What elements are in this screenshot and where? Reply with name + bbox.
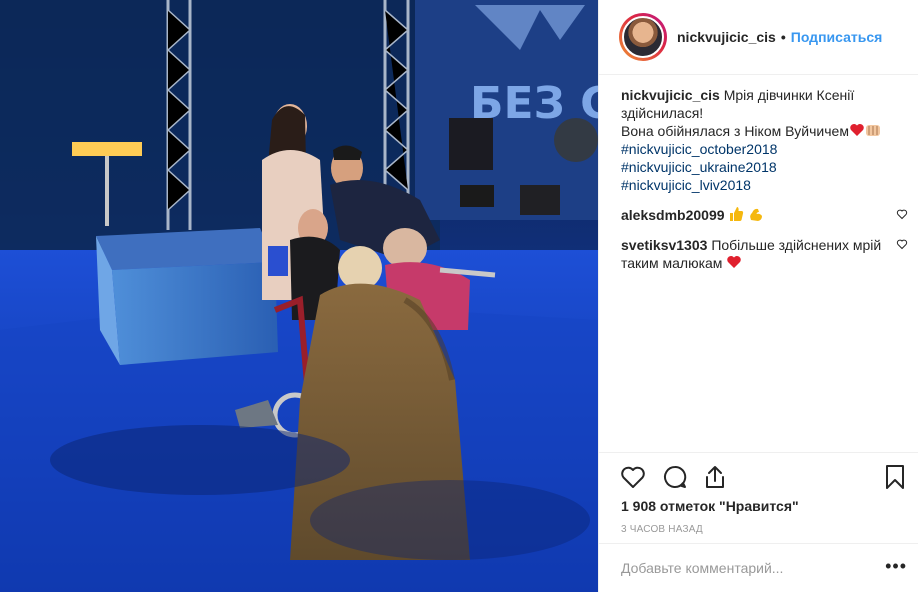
hashtag-link[interactable]: #nickvujicic_ukraine2018 #nickvujicic_lv… — [621, 158, 888, 194]
comment-item: aleksdmb20099 — [621, 206, 910, 224]
caption-line-3: Вона обійнялася з Ніком Вуйчичем — [621, 122, 888, 140]
comment-like-heart-icon[interactable] — [896, 238, 908, 250]
follow-button[interactable]: Подписаться — [791, 29, 883, 45]
concert-stage-illustration: БЕЗ С — [0, 0, 598, 592]
comment-like-heart-icon[interactable] — [896, 208, 908, 220]
comment-text: Побільше здійснених мрій — [711, 237, 882, 253]
comments-list: nickvujicic_cis Мрія дівчинки Ксенії зді… — [621, 86, 910, 284]
thumbs-up-emoji-icon — [730, 207, 744, 221]
flexed-biceps-emoji-icon — [750, 208, 763, 221]
post-sidebar: nickvujicic_cis • Подписаться nickvujici… — [598, 0, 918, 592]
comment-icon[interactable] — [661, 463, 689, 491]
red-heart-emoji-icon — [727, 256, 742, 268]
post-header: nickvujicic_cis • Подписаться — [599, 0, 918, 75]
caption-line-2: здійснилася! — [621, 105, 704, 121]
red-heart-emoji-icon — [850, 124, 864, 136]
comment-username[interactable]: nickvujicic_cis — [621, 87, 720, 103]
hashtag-link[interactable]: #nickvujicic_october2018 — [621, 140, 888, 158]
comment-username[interactable]: aleksdmb20099 — [621, 207, 725, 223]
caption-comment: nickvujicic_cis Мрія дівчинки Ксенії зді… — [621, 86, 910, 194]
comment-username[interactable]: svetiksv1303 — [621, 237, 707, 253]
comment-item: svetiksv1303 Побільше здійснених мрій та… — [621, 236, 910, 272]
caption-line-1: Мрія дівчинки Ксенії — [723, 87, 855, 103]
more-options-button[interactable]: ••• — [885, 556, 907, 577]
comment-input[interactable] — [621, 560, 871, 576]
post-photo[interactable]: БЕЗ С — [0, 0, 598, 592]
header-username[interactable]: nickvujicic_cis — [677, 29, 776, 45]
add-comment-bar: ••• — [599, 543, 918, 592]
likes-count[interactable]: 1 908 отметок "Нравится" — [621, 498, 799, 514]
caption-line-3-text: Вона обійнялася з Ніком Вуйчичем — [621, 123, 849, 139]
post-timestamp[interactable]: 3 часов назад — [621, 524, 703, 535]
share-icon[interactable] — [701, 463, 729, 491]
avatar-image — [622, 16, 664, 58]
comment-text-line-2-text: таким малюкам — [621, 255, 723, 271]
comment-text-line-2: таким малюкам — [621, 254, 888, 272]
hug-hands-emoji-icon — [865, 125, 880, 136]
header-separator: • — [780, 29, 786, 45]
heart-icon[interactable] — [619, 463, 647, 491]
avatar[interactable] — [619, 13, 667, 61]
bookmark-icon[interactable] — [881, 463, 909, 491]
